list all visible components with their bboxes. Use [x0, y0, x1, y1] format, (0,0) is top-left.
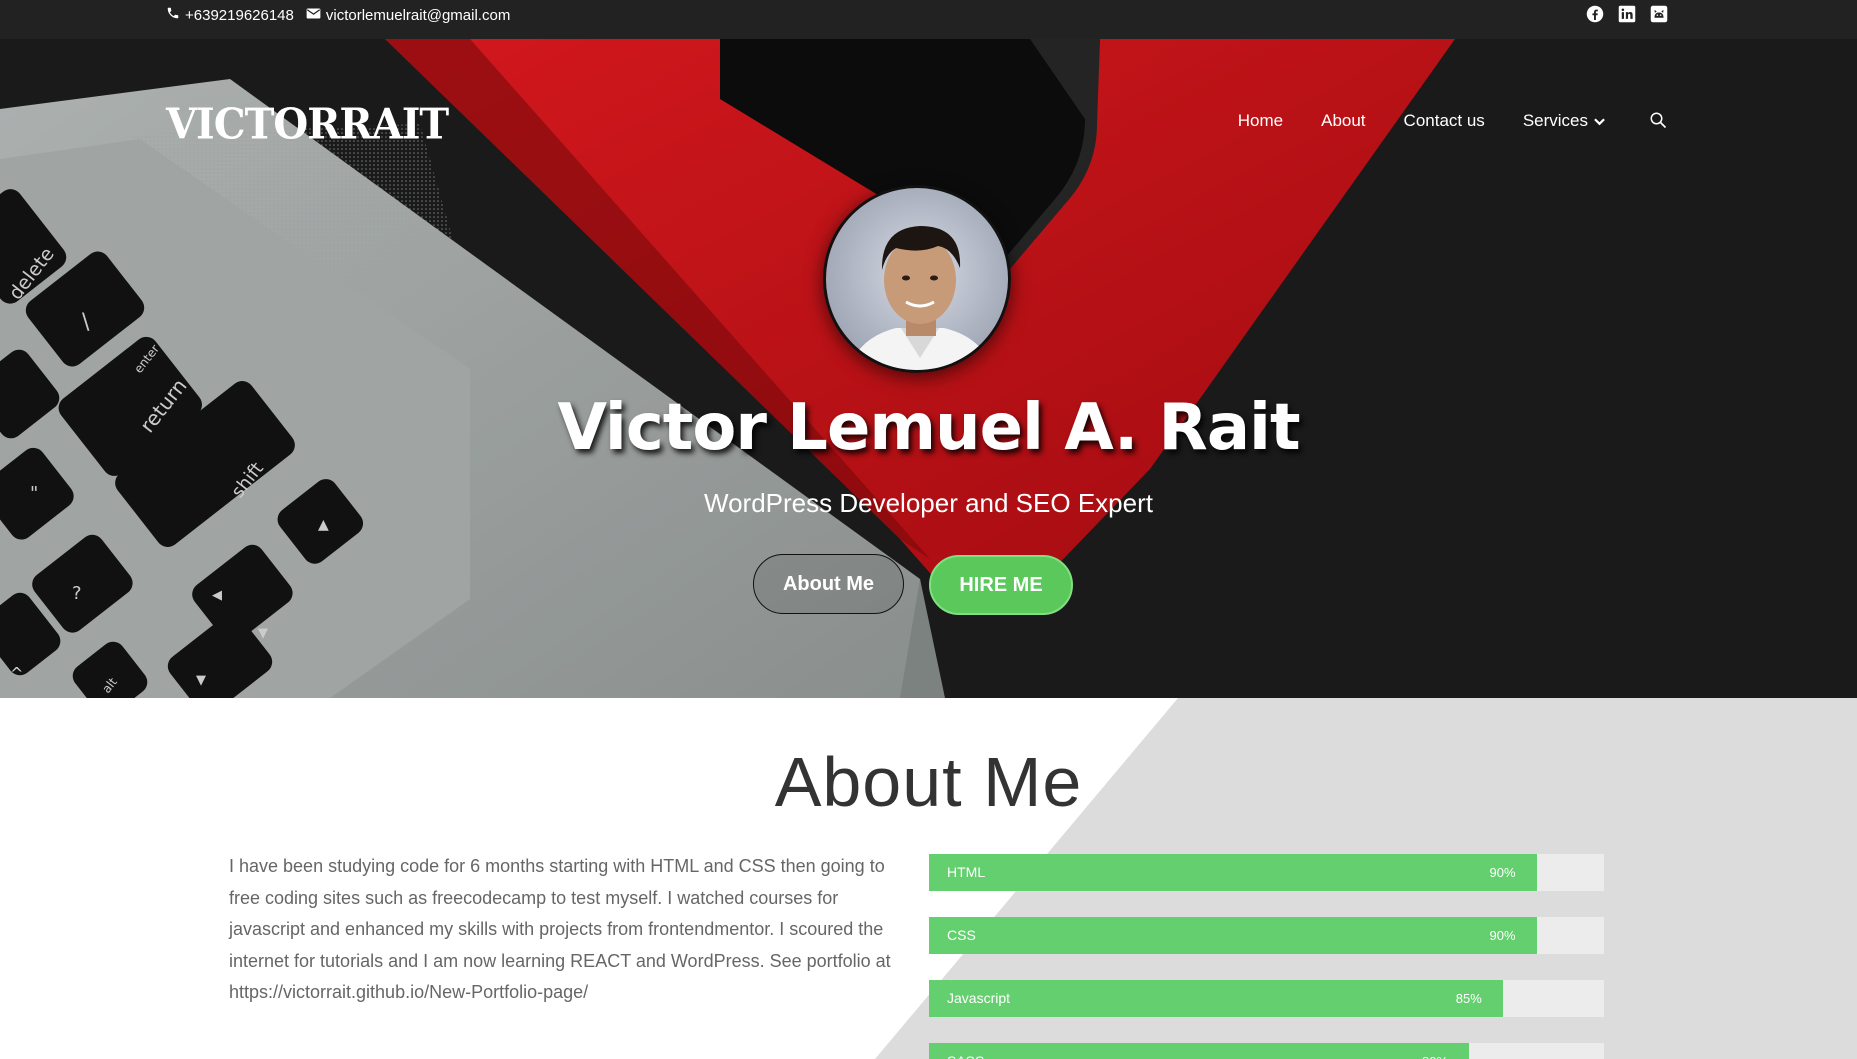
email-address: victorlemuelrait@gmail.com: [325, 6, 511, 24]
email-contact[interactable]: victorlemuelrait@gmail.com: [306, 7, 510, 24]
contact-info: +639219626148 victorlemuelrait@gmail.com: [166, 0, 510, 30]
hero-section: delete return enter shift \ ▲ ◀ ▼ ▼ ? ^ …: [0, 39, 1857, 698]
skill-bar-fill: [929, 980, 1503, 1017]
skill-name: SASS: [947, 1043, 984, 1059]
skill-percent: 80%: [1422, 1043, 1448, 1059]
skill-bar: Javascript 85%: [929, 980, 1604, 1017]
skill-percent: 90%: [1489, 865, 1516, 880]
skill-percent: 90%: [1489, 928, 1516, 943]
about-title: About Me: [774, 743, 1083, 821]
nav-home[interactable]: Home: [1238, 111, 1283, 131]
skill-name: HTML: [947, 864, 986, 880]
about-me-button[interactable]: About Me: [753, 554, 904, 614]
nav-services-label: Services: [1522, 111, 1588, 130]
nav-contact[interactable]: Contact us: [1404, 111, 1485, 131]
facebook-icon[interactable]: [1586, 5, 1604, 23]
skill-name: CSS: [947, 927, 976, 943]
top-bar: +639219626148 victorlemuelrait@gmail.com: [0, 0, 1857, 39]
hero-subtitle: WordPress Developer and SEO Expert: [704, 488, 1153, 518]
chevron-down-icon: [1594, 111, 1605, 131]
about-section: About Me I have been studying code for 6…: [0, 698, 1857, 1059]
site-logo[interactable]: VICTORRAIT: [166, 100, 449, 149]
main-navigation: Home About Contact us Services: [1238, 111, 1669, 131]
skill-bar-fill: [929, 854, 1537, 891]
phone-number: +639219626148: [185, 6, 294, 24]
skill-bar-fill: [929, 1043, 1469, 1059]
skill-bar: CSS 90%: [929, 917, 1604, 954]
skill-bar-fill: [929, 917, 1537, 954]
skill-bar: HTML 90%: [929, 854, 1604, 891]
profile-avatar: [823, 185, 1011, 373]
phone-contact[interactable]: +639219626148: [166, 6, 294, 24]
hire-me-button[interactable]: HIRE ME: [929, 555, 1073, 615]
about-paragraph: I have been studying code for 6 months s…: [229, 856, 891, 1002]
envelope-icon: [306, 7, 321, 24]
skill-bar: SASS 80%: [929, 1043, 1604, 1059]
nav-about[interactable]: About: [1321, 111, 1365, 131]
skill-percent: 85%: [1455, 991, 1482, 1006]
github-icon[interactable]: [1650, 5, 1668, 23]
linkedin-icon[interactable]: [1618, 5, 1636, 23]
nav-services[interactable]: Services: [1523, 111, 1605, 131]
social-links: [1586, 0, 1668, 28]
hero-name: Victor Lemuel A. Rait: [557, 391, 1300, 465]
skill-name: Javascript: [947, 990, 1011, 1006]
skills-list: HTML 90% CSS 90% Javascript 85% SASS 80%: [929, 854, 1604, 1059]
search-icon[interactable]: [1649, 111, 1669, 131]
phone-icon: [166, 6, 180, 24]
